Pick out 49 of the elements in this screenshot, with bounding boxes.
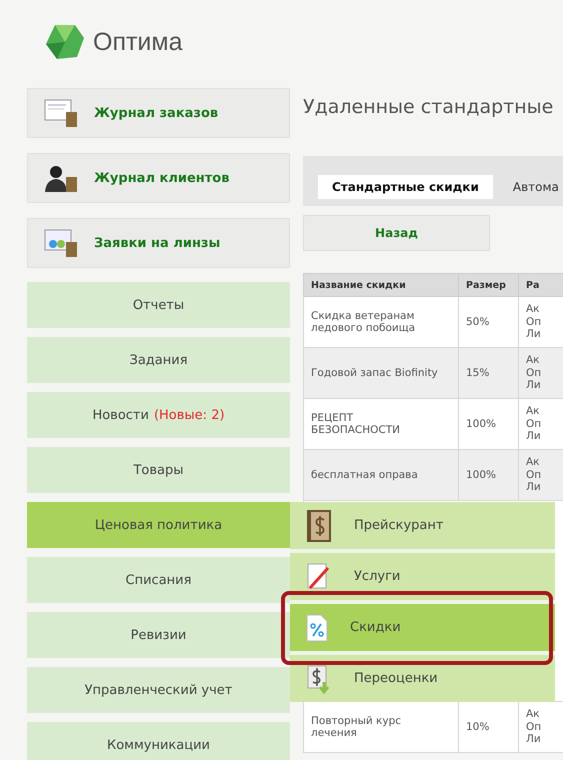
column-header: Название скидки <box>304 274 458 296</box>
table-cell: Скидка ветеранам ледового побоища <box>304 296 458 348</box>
menu-label: Новости <box>92 408 149 422</box>
column-header: Ра <box>518 274 563 296</box>
dollar-arrow-icon <box>306 664 332 694</box>
percent-document-icon <box>306 614 328 642</box>
menu-item[interactable]: Коммуникации <box>27 722 290 760</box>
menu-item[interactable]: Новости (Новые: 2) <box>27 392 290 438</box>
document-pen-icon <box>306 562 332 592</box>
table-cell: Ак Оп Ли <box>518 348 563 398</box>
table-cell: 100% <box>458 450 518 500</box>
menu-item[interactable]: Списания <box>27 557 290 603</box>
table-cell: РЕЦЕПТ БЕЗОПАСНОСТИ <box>304 398 458 450</box>
submenu-item[interactable]: Прейскурант <box>290 502 555 549</box>
back-button[interactable]: Назад <box>303 215 490 251</box>
table-cell: Ак Оп Ли <box>518 296 563 348</box>
table-cell: 100% <box>458 398 518 450</box>
column-header: Размер <box>458 274 518 296</box>
table-cell: 50% <box>458 296 518 348</box>
tab[interactable]: Автома <box>498 175 563 199</box>
document-book-icon <box>44 98 78 128</box>
submenu-item[interactable]: Услуги <box>290 553 555 600</box>
table-cell: Ак Оп Ли <box>518 702 563 752</box>
page-title: Удаленные стандартные <box>303 96 554 120</box>
menu-item[interactable]: Задания <box>27 337 290 383</box>
logo-icon <box>45 24 85 60</box>
contacts-book-icon <box>44 228 78 258</box>
new-count: (Новые: 2) <box>154 408 225 422</box>
table-cell: Годовой запас Biofinity <box>304 348 458 398</box>
table-cell: Ак Оп Ли <box>518 398 563 450</box>
menu-item[interactable]: Товары <box>27 447 290 493</box>
tab[interactable]: Стандартные скидки <box>318 175 493 199</box>
menu-item[interactable]: Отчеты <box>27 282 290 328</box>
menu-item[interactable]: Ценовая политика <box>27 502 290 548</box>
menu-item[interactable]: Управленческий учет <box>27 667 290 713</box>
table-cell: Повторный курс лечения <box>304 702 458 752</box>
submenu-item[interactable]: Скидки <box>290 604 555 651</box>
app-logo-title: Оптима <box>93 28 182 56</box>
journal-button[interactable]: Заявки на линзы <box>27 218 290 268</box>
table-cell: 10% <box>458 702 518 752</box>
journal-button[interactable]: Журнал заказов <box>27 88 290 138</box>
table-cell: 15% <box>458 348 518 398</box>
table-cell: бесплатная оправа <box>304 450 458 500</box>
menu-item[interactable]: Ревизии <box>27 612 290 658</box>
journal-button[interactable]: Журнал клиентов <box>27 153 290 203</box>
submenu-item[interactable]: Переоценки <box>290 655 555 702</box>
dollar-book-icon <box>306 508 332 542</box>
table-cell: Ак Оп Ли <box>518 450 563 500</box>
person-book-icon <box>44 163 78 193</box>
